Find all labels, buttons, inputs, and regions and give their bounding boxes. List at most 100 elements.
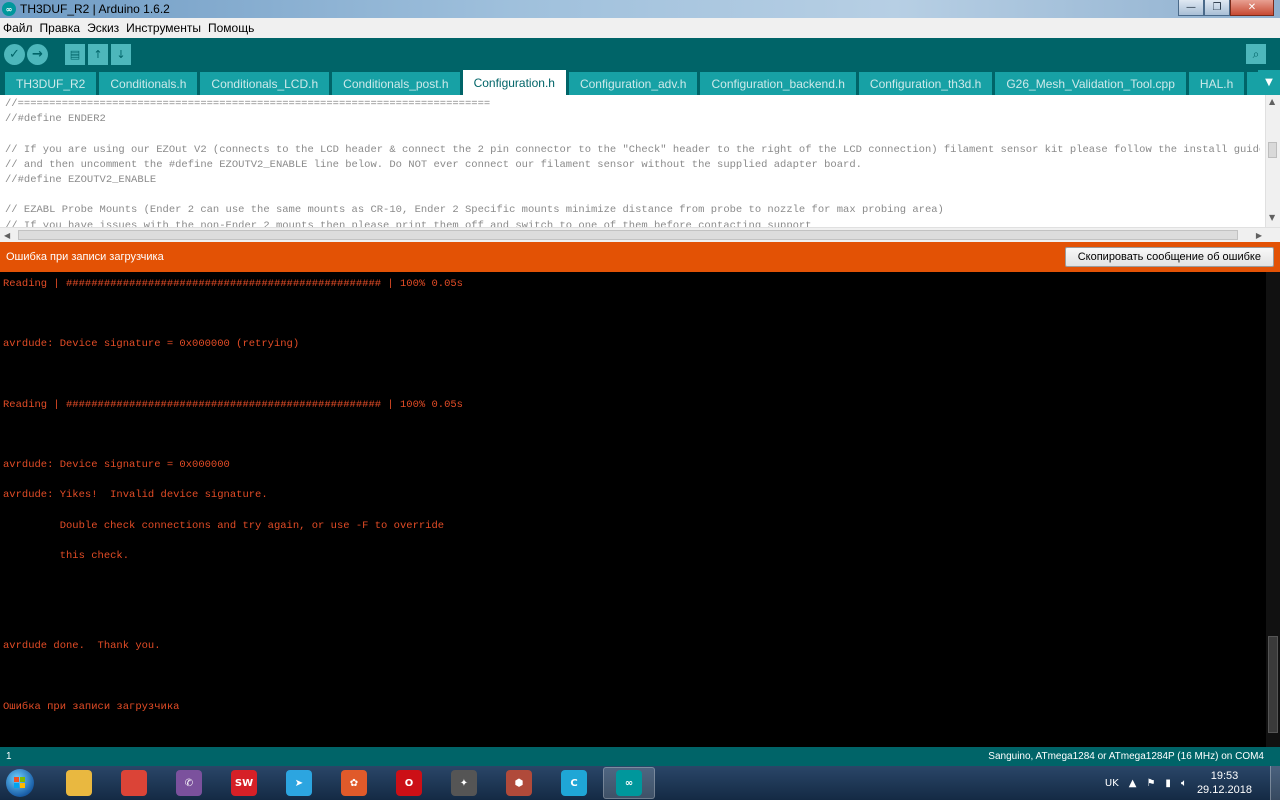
editor-horizontal-scrollbar[interactable]: ◀ ▶ — [0, 227, 1280, 242]
taskbar-telegram-button[interactable]: ➤ — [273, 767, 325, 799]
start-button[interactable] — [0, 766, 40, 800]
taskbar-opera-button[interactable]: O — [383, 767, 435, 799]
code-line: // EZABL Probe Mounts (Ender 2 can use t… — [5, 204, 944, 217]
minimize-button[interactable]: — — [1178, 0, 1204, 16]
tab-conditionals-h[interactable]: Conditionals.h — [99, 72, 198, 95]
code-text-area[interactable]: //======================================… — [5, 97, 1260, 234]
open-sketch-button[interactable]: ↑ — [88, 43, 108, 65]
code-line: // If you are using our EZOut V2 (connec… — [5, 143, 1260, 156]
menu-bar: Файл Правка Эскиз Инструменты Помощь — [0, 18, 1280, 38]
code-line: // and then uncomment the #define EZOUTV… — [5, 158, 862, 171]
verify-button[interactable]: ✓ — [4, 43, 25, 65]
arrow-right-icon: → — [32, 46, 43, 62]
clock-time: 19:53 — [1210, 770, 1239, 782]
3d-app-icon: ⬢ — [506, 770, 532, 796]
close-button[interactable]: ✕ — [1230, 0, 1274, 16]
magnifier-icon: ⌕ — [1252, 46, 1260, 61]
scroll-right-arrow-icon[interactable]: ▶ — [1256, 231, 1262, 240]
language-indicator[interactable]: UK — [1105, 778, 1119, 789]
maximize-button[interactable]: ❐ — [1204, 0, 1230, 16]
arduino-app-icon: ∞ — [2, 2, 16, 16]
board-port-info: Sanguino, ATmega1284 or ATmega1284P (16 … — [988, 751, 1264, 762]
action-center-flag-icon[interactable]: ⚑ — [1146, 778, 1155, 789]
photo-app-icon: ✿ — [341, 770, 367, 796]
c-app-icon: C — [561, 770, 587, 796]
taskbar-3d-app-button[interactable]: ⬢ — [493, 767, 545, 799]
tray-expand-icon[interactable]: ▲ — [1129, 778, 1137, 789]
arduino-icon: ∞ — [616, 770, 642, 796]
tab-conditionals-post-h[interactable]: Conditionals_post.h — [332, 72, 460, 95]
upload-button[interactable]: → — [27, 43, 48, 65]
copy-error-button[interactable]: Скопировать сообщение об ошибке — [1064, 247, 1274, 267]
serial-monitor-button[interactable]: ⌕ — [1246, 44, 1266, 64]
taskbar-apps: ✆ SW ➤ ✿ O ✦ ⬢ C ∞ — [50, 767, 655, 799]
menu-help[interactable]: Помощь — [208, 21, 254, 35]
console-vertical-scrollbar[interactable] — [1266, 272, 1280, 747]
console-line: avrdude: Device signature = 0x000000 — [3, 459, 230, 472]
save-sketch-button[interactable]: ↓ — [111, 43, 131, 65]
tab-g26-mesh-validation-tool-cpp[interactable]: G26_Mesh_Validation_Tool.cpp — [995, 72, 1186, 95]
inkscape-like-icon: ✦ — [451, 770, 477, 796]
triangle-down-icon: ▼ — [1265, 77, 1273, 88]
menu-edit[interactable]: Правка — [40, 21, 81, 35]
console-line: avrdude: Yikes! Invalid device signature… — [3, 489, 268, 502]
taskbar-photo-app-button[interactable]: ✿ — [328, 767, 380, 799]
editor-vertical-scroll-thumb[interactable] — [1268, 142, 1277, 158]
taskbar-viber-button[interactable]: ✆ — [163, 767, 215, 799]
checkmark-icon: ✓ — [9, 46, 20, 62]
clock-date: 29.12.2018 — [1196, 784, 1252, 796]
tab-configuration-th3d-h[interactable]: Configuration_th3d.h — [858, 72, 993, 95]
console-output[interactable]: Reading | ##############################… — [0, 272, 1280, 747]
console-scroll-thumb[interactable] — [1268, 636, 1278, 733]
scroll-left-arrow-icon[interactable]: ◀ — [4, 231, 10, 240]
editor-horizontal-scroll-thumb[interactable] — [18, 230, 1238, 240]
tab-th3duf-r2[interactable]: TH3DUF_R2 — [5, 72, 97, 95]
taskbar-inkscape-like-button[interactable]: ✦ — [438, 767, 490, 799]
tab-conditionals-lcd-h[interactable]: Conditionals_LCD.h — [200, 72, 330, 95]
taskbar-chrome-button[interactable] — [108, 767, 160, 799]
clock[interactable]: 19:53 29.12.2018 — [1197, 769, 1252, 797]
scroll-down-arrow-icon[interactable]: ▼ — [1269, 213, 1275, 222]
window-titlebar: ∞ TH3DUF_R2 | Arduino 1.6.2 — ❐ ✕ — [0, 0, 1280, 18]
tab-configuration-h[interactable]: Configuration.h — [462, 70, 566, 95]
volume-icon[interactable]: 🔈︎ — [1181, 778, 1187, 789]
menu-tools[interactable]: Инструменты — [126, 21, 201, 35]
tab-configuration-adv-h[interactable]: Configuration_adv.h — [568, 72, 698, 95]
tab-menu-button[interactable]: ▼ — [1258, 70, 1280, 95]
open-arrow-up-icon: ↑ — [93, 47, 103, 61]
menu-file[interactable]: Файл — [3, 21, 33, 35]
code-editor[interactable]: //======================================… — [0, 95, 1280, 242]
editor-tab-bar: TH3DUF_R2 Conditionals.h Conditionals_LCD.… — [0, 70, 1280, 95]
network-signal-icon[interactable]: ▮ — [1165, 778, 1171, 789]
taskbar-arduino-button[interactable]: ∞ — [603, 767, 655, 799]
taskbar-solidworks-button[interactable]: SW — [218, 767, 270, 799]
show-desktop-button[interactable] — [1270, 766, 1280, 800]
editor-vertical-scrollbar[interactable]: ▲ ▼ — [1265, 95, 1280, 227]
tab-configuration-backend-h[interactable]: Configuration_backend.h — [700, 72, 856, 95]
taskbar-file-explorer-button[interactable] — [53, 767, 105, 799]
window-controls: — ❐ ✕ — [1178, 0, 1274, 16]
viber-icon: ✆ — [176, 770, 202, 796]
console-line: Ошибка при записи загрузчика — [3, 700, 180, 713]
console-line: this check. — [3, 549, 130, 562]
console-line: Reading | ##############################… — [3, 278, 463, 290]
taskbar-c-app-button[interactable]: C — [548, 767, 600, 799]
scroll-up-arrow-icon[interactable]: ▲ — [1269, 97, 1275, 106]
file-explorer-icon — [66, 770, 92, 796]
window-title: TH3DUF_R2 | Arduino 1.6.2 — [20, 2, 170, 16]
status-footer: 1 Sanguino, ATmega1284 or ATmega1284P (1… — [0, 747, 1280, 766]
menu-sketch[interactable]: Эскиз — [87, 21, 119, 35]
tab-hal-h[interactable]: HAL.h — [1188, 72, 1245, 95]
new-sketch-button[interactable]: ▤ — [65, 43, 85, 65]
code-line: //#define EZOUTV2_ENABLE — [5, 173, 157, 186]
